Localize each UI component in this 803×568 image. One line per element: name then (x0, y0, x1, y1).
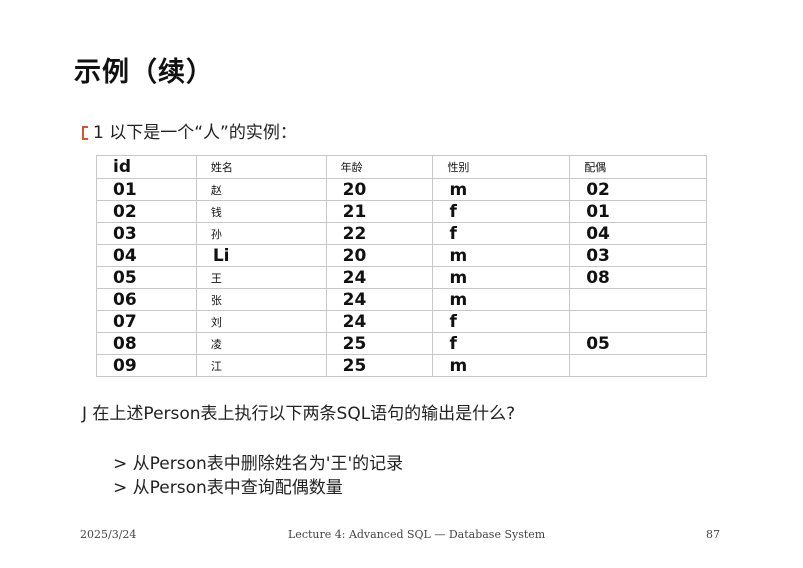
bullet-marker-icon (82, 126, 88, 140)
cell-id: 08 (96, 332, 197, 355)
cell-spouse: 01 (569, 200, 707, 223)
cell-sex: f (432, 200, 571, 223)
footer-page-number: 87 (706, 528, 720, 541)
header-cell: 姓名 (195, 155, 327, 179)
table-row: 05 王 24 m 08 (96, 266, 707, 289)
table-row: 01 赵 20 m 02 (96, 178, 707, 201)
cell-spouse: 08 (569, 266, 707, 289)
cell-age: 24 (325, 266, 434, 289)
cell-spouse (569, 354, 707, 377)
page-title: 示例（续） (74, 57, 214, 88)
cell-spouse: 02 (569, 178, 707, 201)
cell-age: 24 (325, 310, 434, 333)
table-header-row: id 姓名 年龄 性别 配偶 (96, 155, 707, 179)
header-cell: 年龄 (325, 155, 434, 179)
intro-line: 1 以下是一个“人”的实例： (82, 118, 297, 143)
cell-age: 25 (325, 354, 434, 377)
footer-date: 2025/3/24 (80, 528, 137, 541)
list-item: > 从Person表中查询配偶数量 (113, 478, 343, 498)
cell-sex: m (432, 354, 571, 377)
cell-spouse (569, 310, 707, 333)
cell-id: 04 (96, 244, 197, 267)
cell-id: 02 (96, 200, 197, 223)
header-cell: 性别 (432, 155, 571, 179)
cell-age: 21 (325, 200, 434, 223)
cell-id: 01 (96, 178, 197, 201)
list-item: > 从Person表中删除姓名为'王'的记录 (113, 454, 404, 474)
cell-sex: f (432, 222, 571, 245)
header-cell: id (96, 155, 197, 179)
cell-id: 03 (96, 222, 197, 245)
cell-age: 20 (325, 244, 434, 267)
cell-name: 江 (195, 354, 327, 377)
cell-spouse: 04 (569, 222, 707, 245)
cell-name: 张 (195, 288, 327, 311)
cell-name: 凌 (195, 332, 327, 355)
cell-age: 24 (325, 288, 434, 311)
cell-name: 王 (195, 266, 327, 289)
cell-spouse: 03 (569, 244, 707, 267)
cell-sex: m (432, 266, 571, 289)
cell-name: 赵 (195, 178, 327, 201)
intro-text: 1 以下是一个“人”的实例： (93, 123, 297, 143)
cell-spouse (569, 288, 707, 311)
cell-sex: f (432, 332, 571, 355)
header-cell: 配偶 (569, 155, 707, 179)
cell-name: 刘 (195, 310, 327, 333)
cell-sex: m (432, 178, 571, 201)
cell-id: 06 (96, 288, 197, 311)
table-row: 08 凌 25 f 05 (96, 332, 707, 355)
cell-id: 09 (96, 354, 197, 377)
cell-age: 25 (325, 332, 434, 355)
cell-name: 钱 (195, 200, 327, 223)
person-table: id 姓名 年龄 性别 配偶 01 赵 20 m 02 02 钱 21 f 01… (96, 155, 707, 377)
cell-sex: f (432, 310, 571, 333)
question-text: J 在上述Person表上执行以下两条SQL语句的输出是什么? (82, 404, 516, 424)
table-row: 06 张 24 m (96, 288, 707, 311)
table-row: 03 孙 22 f 04 (96, 222, 707, 245)
cell-spouse: 05 (569, 332, 707, 355)
question-line: J 在上述Person表上执行以下两条SQL语句的输出是什么? (82, 399, 515, 424)
cell-id: 07 (96, 310, 197, 333)
cell-sex: m (432, 288, 571, 311)
table-row: 04 Li 20 m 03 (96, 244, 707, 267)
table-row: 02 钱 21 f 01 (96, 200, 707, 223)
cell-id: 05 (96, 266, 197, 289)
table-row: 07 刘 24 f (96, 310, 707, 333)
cell-name: 孙 (195, 222, 327, 245)
footer-course: Lecture 4: Advanced SQL — Database Syste… (288, 528, 546, 541)
table-row: 09 江 25 m (96, 354, 707, 377)
cell-age: 22 (325, 222, 434, 245)
cell-age: 20 (325, 178, 434, 201)
cell-name: Li (195, 244, 327, 267)
cell-sex: m (432, 244, 571, 267)
